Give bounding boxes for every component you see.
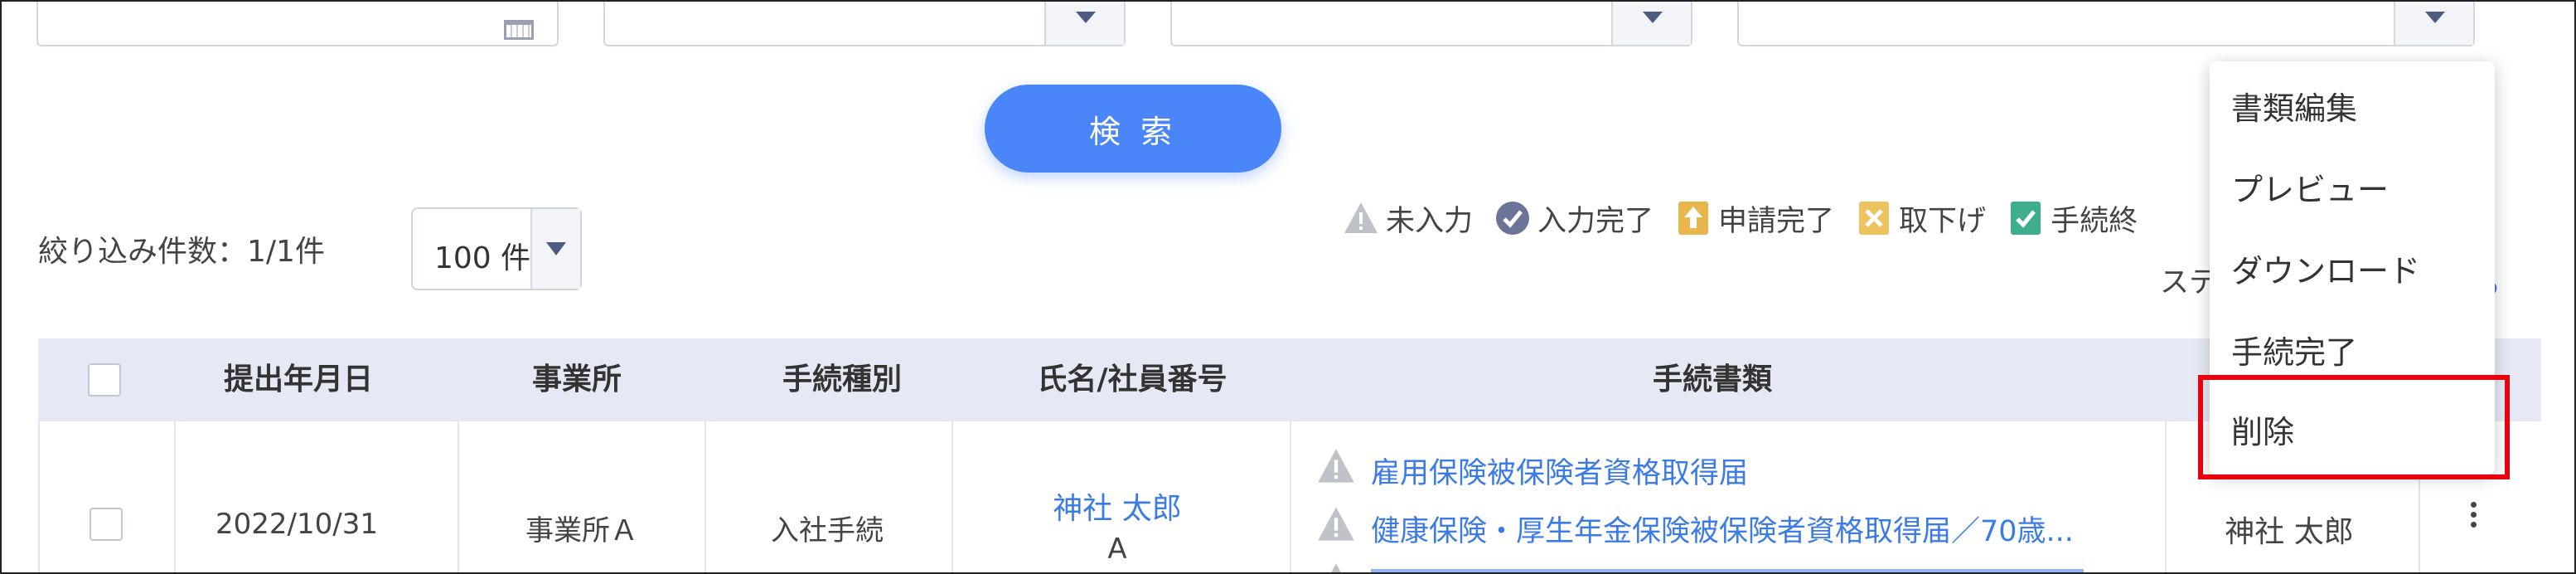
submission-date: 2022/10/31	[215, 508, 378, 541]
legend-label: 取下げ	[1899, 204, 1987, 238]
procedure-filter-select[interactable]	[1170, 2, 1692, 46]
per-page-value: 100 件	[434, 241, 531, 275]
column-header-date[interactable]: 提出年月日	[174, 338, 423, 421]
calendar-icon[interactable]	[504, 20, 534, 40]
menu-item-complete-procedure[interactable]: 手続完了	[2231, 327, 2357, 372]
employee-number: A	[1107, 533, 1127, 566]
document-link[interactable]: 健康保険・厚生年金保険被保険者資格取得届／70歳...	[1371, 508, 2074, 550]
chevron-down-icon[interactable]	[1611, 2, 1691, 45]
per-page-select[interactable]: 100 件	[411, 207, 582, 290]
legend-label: 申請完了	[1718, 204, 1835, 238]
column-divider	[458, 421, 459, 572]
warning-triangle-icon	[1318, 449, 1354, 483]
doc-check-icon	[2011, 202, 2041, 235]
result-count: 絞り込み件数：1/1件	[38, 235, 325, 269]
assignee-name: 神社 太郎	[2225, 515, 2354, 549]
screen: 検 索 絞り込み件数：1/1件 100 件 未入力 入力完了 申請完了 取下げ …	[0, 0, 2576, 574]
office-name: 事業所Ａ	[525, 514, 638, 547]
legend-label: 入力完了	[1537, 204, 1654, 238]
procedure-type: 入社手続	[771, 514, 884, 547]
select-all-checkbox[interactable]	[88, 363, 121, 396]
more-actions-icon[interactable]	[2455, 498, 2491, 547]
employee-name-link[interactable]: 神社 太郎	[951, 484, 1283, 528]
document-link[interactable]: 雇用保険被保険者資格取得届	[1371, 450, 1748, 492]
status-filter-select[interactable]	[1737, 2, 2475, 46]
warning-triangle-icon	[1344, 202, 1378, 233]
search-button[interactable]: 検 索	[985, 85, 1281, 173]
column-divider	[2165, 421, 2167, 572]
row-checkbox[interactable]	[90, 508, 123, 541]
column-header-documents[interactable]: 手続書類	[1464, 338, 1961, 421]
chevron-down-icon[interactable]	[530, 209, 580, 289]
column-divider	[705, 421, 706, 572]
chevron-down-icon[interactable]	[2394, 2, 2473, 45]
delete-highlight-box	[2198, 375, 2510, 479]
legend-label: 手続終	[2051, 204, 2138, 238]
date-filter-input[interactable]	[36, 2, 559, 46]
table-header: 提出年月日 事業所 手続種別 氏名/社員番号 手続書類	[38, 338, 2541, 421]
column-header-office[interactable]: 事業所	[453, 338, 701, 421]
status-legend: 未入力 入力完了 申請完了 取下げ 手続終	[1343, 197, 2138, 239]
menu-item-download[interactable]: ダウンロード	[2231, 246, 2420, 291]
x-mark-icon	[1859, 202, 1890, 235]
chevron-down-icon[interactable]	[1044, 2, 1124, 45]
column-divider	[174, 421, 176, 572]
column-header-procedure-type[interactable]: 手続種別	[718, 338, 966, 421]
document-link-partial[interactable]	[1371, 566, 2084, 572]
legend-label: 未入力	[1386, 204, 1474, 238]
table-row	[38, 421, 2543, 572]
column-header-name[interactable]: 氏名/社員番号	[958, 338, 1306, 421]
upload-arrow-icon	[1678, 202, 1709, 235]
office-filter-select[interactable]	[603, 2, 1126, 46]
check-circle-icon	[1496, 202, 1530, 235]
warning-triangle-icon	[1331, 563, 1341, 572]
menu-item-preview[interactable]: プレビュー	[2231, 164, 2389, 210]
menu-item-edit-document[interactable]: 書類編集	[2231, 83, 2357, 129]
column-divider	[1290, 421, 1291, 572]
warning-triangle-icon	[1318, 507, 1354, 541]
